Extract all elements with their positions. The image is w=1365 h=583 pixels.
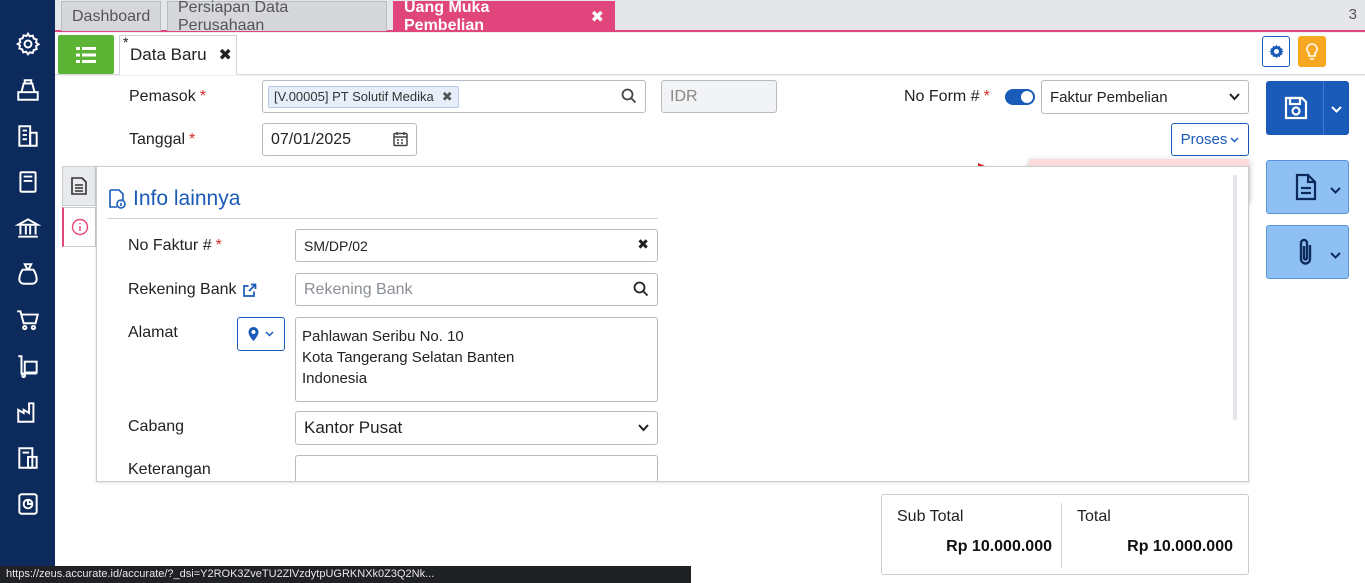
side-tab-details[interactable] (62, 166, 96, 206)
cabang-select[interactable]: Kantor Pusat (295, 411, 658, 445)
tab-persiapan-data[interactable]: Persiapan Data Perusahaan (167, 0, 387, 34)
no-form-toggle[interactable] (1005, 89, 1035, 105)
cashier-icon[interactable] (14, 76, 42, 104)
tips-button[interactable] (1298, 36, 1326, 67)
money-bag-icon[interactable] (14, 260, 42, 288)
floppy-disk-icon (1284, 96, 1308, 120)
document-actions-button[interactable] (1266, 160, 1349, 214)
left-sidebar (0, 0, 55, 583)
sub-toolbar: * Data Baru ✖ (55, 33, 1365, 75)
list-view-button[interactable] (58, 35, 114, 74)
chevron-down-icon (1330, 187, 1341, 194)
bank-icon[interactable] (14, 214, 42, 242)
search-icon[interactable] (621, 88, 637, 109)
rekening-bank-label: Rekening Bank (128, 281, 257, 299)
chevron-down-icon (1330, 252, 1341, 259)
sub-total-label: Sub Total (897, 508, 964, 525)
location-button[interactable] (237, 317, 285, 351)
list-icon (76, 46, 96, 63)
tab-uang-muka-pembelian[interactable]: Uang Muka Pembelian ✖ (393, 0, 615, 34)
total-value: Rp 10.000.000 (1127, 538, 1233, 555)
tab-count[interactable]: 3 (1349, 6, 1357, 23)
chevron-down-icon (265, 331, 274, 337)
calendar-icon[interactable] (393, 131, 408, 152)
form-type-select[interactable]: Faktur Pembelian (1041, 80, 1249, 114)
total-label: Total (1077, 508, 1111, 525)
proses-button[interactable]: Proses (1171, 123, 1249, 156)
browser-status-url: https://zeus.accurate.id/accurate/?_dsi=… (0, 566, 691, 583)
alamat-label: Alamat (128, 324, 178, 341)
inventory-icon[interactable] (14, 352, 42, 380)
info-document-icon (109, 189, 126, 209)
attachment-button[interactable] (1266, 225, 1349, 279)
tax-icon[interactable] (14, 444, 42, 472)
close-doc-icon[interactable]: ✖ (219, 45, 232, 65)
chevron-down-icon (1230, 136, 1239, 143)
document-icon (1295, 173, 1317, 201)
building-icon[interactable] (14, 122, 42, 150)
panel-scrollbar[interactable] (1233, 175, 1237, 420)
rekening-bank-input[interactable]: Rekening Bank (295, 273, 658, 306)
pemasok-label: Pemasok * (129, 88, 206, 105)
external-link-icon[interactable] (242, 283, 257, 298)
map-pin-icon (248, 327, 259, 341)
work-area: * Data Baru ✖ Pemasok * [V.00005] PT Solu… (55, 33, 1365, 583)
tanggal-input[interactable]: 07/01/2025 (262, 123, 417, 156)
no-faktur-label: No Faktur # * (128, 237, 222, 254)
pemasok-input[interactable]: [V.00005] PT Solutif Medika ✖ (262, 80, 646, 113)
cabang-label: Cabang (128, 418, 185, 435)
settings-button[interactable] (1262, 36, 1290, 67)
info-icon (71, 218, 88, 236)
report-icon[interactable] (14, 490, 42, 518)
doc-tab-data-baru[interactable]: * Data Baru ✖ (119, 34, 237, 75)
form-area: Pemasok * [V.00005] PT Solutif Medika ✖ I… (55, 76, 1365, 583)
pemasok-chip: [V.00005] PT Solutif Medika ✖ (268, 85, 459, 108)
factory-icon[interactable] (14, 398, 42, 426)
tab-dashboard[interactable]: Dashboard (61, 1, 161, 31)
chevron-down-icon (638, 424, 649, 432)
info-lainnya-panel: Info lainnya No Faktur # * SM/DP/02 ✖ Rek… (96, 166, 1249, 482)
document-list-icon (71, 177, 87, 195)
side-tab-info[interactable] (62, 207, 96, 247)
chevron-down-icon (1229, 93, 1240, 101)
chevron-down-icon (1331, 106, 1342, 113)
no-faktur-input[interactable]: SM/DP/02 ✖ (295, 229, 658, 262)
totals-box: Sub Total Rp 10.000.000 Total Rp 10.000.… (881, 494, 1249, 575)
clear-icon[interactable]: ✖ (637, 236, 649, 253)
search-icon[interactable] (633, 281, 649, 302)
book-icon[interactable] (14, 168, 42, 196)
paperclip-icon (1299, 238, 1312, 265)
panel-title: Info lainnya (107, 187, 240, 211)
keterangan-label: Keterangan (128, 461, 211, 478)
gear-icon (1268, 44, 1284, 59)
currency-field: IDR (661, 80, 777, 113)
alamat-textarea[interactable]: Pahlawan Seribu No. 10 Kota Tangerang Se… (295, 317, 658, 402)
save-button[interactable] (1266, 81, 1349, 135)
cart-icon[interactable] (14, 306, 42, 334)
gear-icon[interactable] (14, 30, 42, 58)
no-form-label: No Form # * (904, 88, 990, 105)
keterangan-input[interactable] (295, 455, 658, 481)
remove-chip-icon[interactable]: ✖ (442, 89, 453, 105)
tab-strip: Dashboard Persiapan Data Perusahaan Uang… (55, 0, 1365, 34)
sub-total-value: Rp 10.000.000 (946, 538, 1052, 555)
tanggal-label: Tanggal * (129, 131, 196, 148)
lightbulb-icon (1306, 42, 1318, 60)
close-tab-icon[interactable]: ✖ (591, 7, 604, 27)
